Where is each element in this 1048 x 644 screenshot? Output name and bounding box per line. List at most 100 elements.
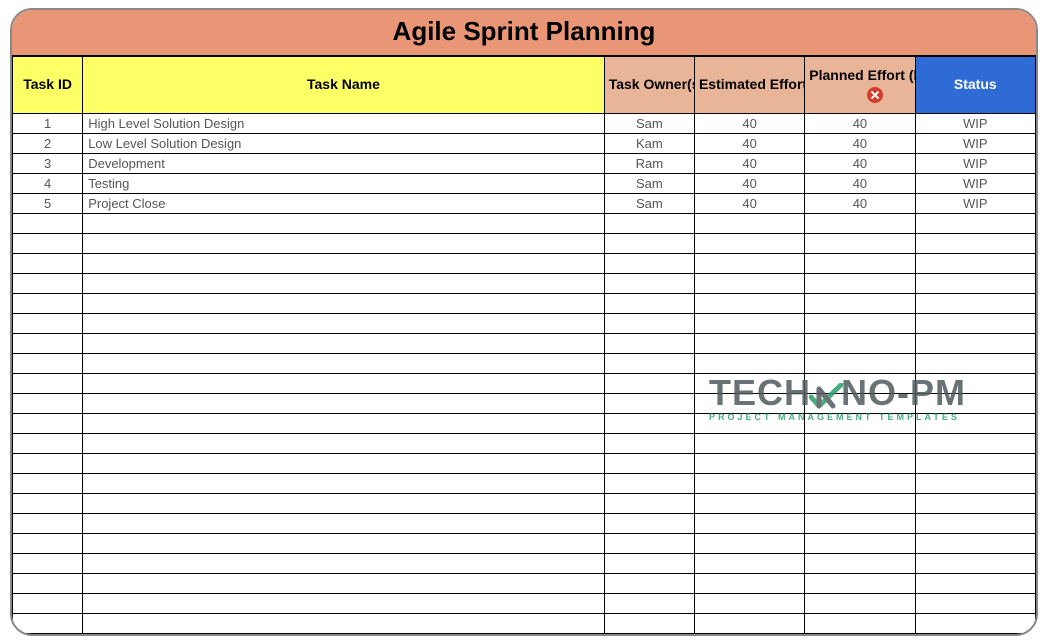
cell-status[interactable] [915, 233, 1035, 253]
cell-task-name[interactable]: Project Close [83, 193, 605, 213]
table-row[interactable] [13, 333, 1036, 353]
cell-plan[interactable] [805, 433, 915, 453]
cell-task-name[interactable] [83, 453, 605, 473]
cell-status[interactable] [915, 393, 1035, 413]
cell-status[interactable]: WIP [915, 193, 1035, 213]
table-row[interactable] [13, 273, 1036, 293]
cell-task-id[interactable] [13, 293, 83, 313]
cell-status[interactable]: WIP [915, 113, 1035, 133]
table-row[interactable] [13, 213, 1036, 233]
cell-task-name[interactable] [83, 273, 605, 293]
cell-est[interactable] [694, 473, 804, 493]
cell-task-name[interactable] [83, 493, 605, 513]
table-row[interactable] [13, 253, 1036, 273]
cell-owner[interactable] [604, 353, 694, 373]
cell-status[interactable]: WIP [915, 153, 1035, 173]
cell-status[interactable] [915, 273, 1035, 293]
cell-task-name[interactable] [83, 433, 605, 453]
cell-plan[interactable] [805, 233, 915, 253]
cell-owner[interactable] [604, 473, 694, 493]
cell-est[interactable] [694, 553, 804, 573]
cell-owner[interactable] [604, 573, 694, 593]
cell-task-id[interactable] [13, 313, 83, 333]
cell-plan[interactable] [805, 293, 915, 313]
cell-owner[interactable]: Kam [604, 133, 694, 153]
cell-status[interactable] [915, 613, 1035, 633]
cell-est[interactable] [694, 293, 804, 313]
cell-status[interactable] [915, 513, 1035, 533]
cell-est[interactable] [694, 233, 804, 253]
cell-task-id[interactable]: 1 [13, 113, 83, 133]
cell-task-name[interactable] [83, 473, 605, 493]
cell-plan[interactable] [805, 333, 915, 353]
cell-plan[interactable] [805, 613, 915, 633]
table-row[interactable] [13, 513, 1036, 533]
cell-est[interactable] [694, 273, 804, 293]
cell-owner[interactable] [604, 433, 694, 453]
cell-owner[interactable] [604, 333, 694, 353]
cell-owner[interactable] [604, 453, 694, 473]
cell-est[interactable]: 40 [694, 193, 804, 213]
cell-status[interactable] [915, 493, 1035, 513]
cell-owner[interactable] [604, 613, 694, 633]
cell-status[interactable] [915, 593, 1035, 613]
cell-est[interactable]: 40 [694, 113, 804, 133]
cell-status[interactable] [915, 313, 1035, 333]
cell-task-id[interactable] [13, 353, 83, 373]
cell-plan[interactable]: 40 [805, 113, 915, 133]
cell-status[interactable] [915, 433, 1035, 453]
cell-owner[interactable] [604, 273, 694, 293]
cell-owner[interactable] [604, 213, 694, 233]
cell-plan[interactable]: 40 [805, 193, 915, 213]
cell-plan[interactable] [805, 373, 915, 393]
table-row[interactable] [13, 593, 1036, 613]
cell-task-name[interactable] [83, 613, 605, 633]
cell-task-id[interactable] [13, 533, 83, 553]
cell-plan[interactable] [805, 493, 915, 513]
cell-task-name[interactable] [83, 573, 605, 593]
cell-est[interactable] [694, 393, 804, 413]
table-row[interactable] [13, 453, 1036, 473]
cell-plan[interactable]: 40 [805, 173, 915, 193]
cell-est[interactable] [694, 413, 804, 433]
cell-owner[interactable] [604, 413, 694, 433]
cell-est[interactable] [694, 253, 804, 273]
cell-status[interactable] [915, 453, 1035, 473]
cell-status[interactable] [915, 553, 1035, 573]
cell-est[interactable] [694, 433, 804, 453]
table-row[interactable] [13, 473, 1036, 493]
cell-task-name[interactable]: Development [83, 153, 605, 173]
cell-est[interactable] [694, 453, 804, 473]
cell-task-id[interactable] [13, 373, 83, 393]
cell-plan[interactable] [805, 393, 915, 413]
cell-owner[interactable] [604, 233, 694, 253]
cell-task-name[interactable]: Testing [83, 173, 605, 193]
cell-task-name[interactable]: Low Level Solution Design [83, 133, 605, 153]
cell-est[interactable] [694, 533, 804, 553]
cell-plan[interactable] [805, 273, 915, 293]
cell-task-id[interactable] [13, 273, 83, 293]
cell-status[interactable] [915, 213, 1035, 233]
cell-est[interactable] [694, 493, 804, 513]
cell-status[interactable] [915, 293, 1035, 313]
cell-owner[interactable] [604, 553, 694, 573]
cell-est[interactable]: 40 [694, 153, 804, 173]
table-row[interactable] [13, 313, 1036, 333]
table-row[interactable] [13, 573, 1036, 593]
table-row[interactable] [13, 293, 1036, 313]
cell-task-id[interactable]: 3 [13, 153, 83, 173]
cell-task-id[interactable]: 4 [13, 173, 83, 193]
cell-est[interactable] [694, 373, 804, 393]
cell-status[interactable] [915, 413, 1035, 433]
cell-status[interactable] [915, 333, 1035, 353]
cell-task-name[interactable] [83, 393, 605, 413]
cell-owner[interactable] [604, 253, 694, 273]
cell-task-id[interactable] [13, 613, 83, 633]
cell-task-name[interactable] [83, 533, 605, 553]
cell-task-name[interactable] [83, 373, 605, 393]
cell-est[interactable] [694, 573, 804, 593]
cell-task-id[interactable] [13, 593, 83, 613]
cell-owner[interactable] [604, 293, 694, 313]
table-row[interactable]: 2Low Level Solution DesignKam4040WIP [13, 133, 1036, 153]
cell-plan[interactable] [805, 353, 915, 373]
